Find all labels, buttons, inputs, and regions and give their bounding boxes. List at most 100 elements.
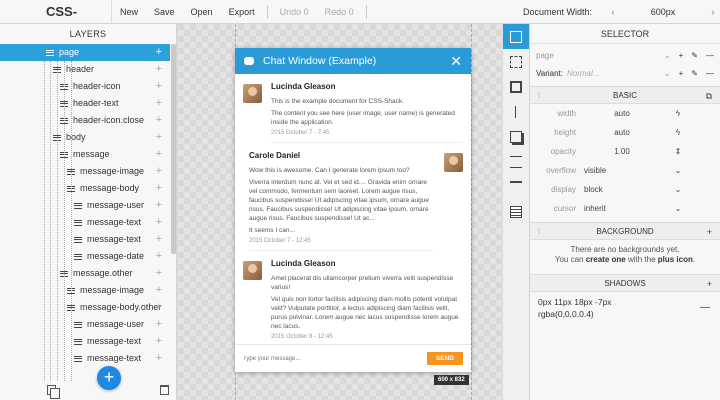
- drag-handle-icon[interactable]: [74, 338, 82, 345]
- layer-item[interactable]: message-user +: [0, 197, 170, 214]
- shadows-section-header[interactable]: SHADOWS +: [530, 274, 720, 292]
- add-child-icon[interactable]: +: [156, 333, 162, 350]
- add-icon[interactable]: +: [707, 275, 712, 293]
- layer-item[interactable]: message-text +: [0, 333, 170, 350]
- add-child-icon[interactable]: +: [156, 197, 162, 214]
- add-child-icon[interactable]: +: [156, 129, 162, 146]
- layer-item[interactable]: message-body +: [0, 180, 170, 197]
- layer-item[interactable]: message-user +: [0, 316, 170, 333]
- layer-item[interactable]: message-text +: [0, 231, 170, 248]
- message-other[interactable]: Carole Daniel Wow this is awesome. Can I…: [235, 143, 471, 251]
- layer-item[interactable]: header-text +: [0, 95, 170, 112]
- duplicate-icon[interactable]: [47, 385, 60, 399]
- export-button[interactable]: Export: [221, 7, 263, 17]
- drag-handle-icon[interactable]: ⁞: [538, 87, 540, 105]
- redo-button[interactable]: Redo 0: [317, 7, 362, 17]
- add-child-icon[interactable]: +: [156, 78, 162, 95]
- layer-item[interactable]: message.other +: [0, 265, 170, 282]
- trash-icon[interactable]: [160, 385, 169, 395]
- drag-handle-icon[interactable]: [74, 355, 82, 362]
- drag-handle-icon[interactable]: ⁞: [538, 223, 540, 241]
- tool-typography[interactable]: [503, 174, 529, 199]
- tool-layout[interactable]: [503, 24, 529, 49]
- prop-value[interactable]: auto: [576, 109, 668, 118]
- add-child-icon[interactable]: +: [156, 214, 162, 231]
- add-child-icon[interactable]: +: [156, 265, 162, 282]
- prop-value[interactable]: auto: [576, 128, 668, 137]
- add-child-icon[interactable]: +: [156, 299, 162, 316]
- remove-icon[interactable]: —: [706, 69, 714, 78]
- document-width-value[interactable]: 600px: [620, 7, 706, 17]
- tool-padding[interactable]: [503, 49, 529, 74]
- layers-scrollbar[interactable]: [171, 44, 176, 254]
- tool-border[interactable]: [503, 74, 529, 99]
- layer-item[interactable]: body +: [0, 129, 170, 146]
- chat-header[interactable]: Chat Window (Example) ✕: [235, 48, 471, 74]
- layer-item[interactable]: message-date +: [0, 248, 170, 265]
- add-child-icon[interactable]: +: [156, 248, 162, 265]
- prop-value[interactable]: visible: [576, 166, 668, 175]
- add-child-icon[interactable]: +: [156, 163, 162, 180]
- lightning-icon[interactable]: ϟ: [668, 109, 688, 118]
- chevron-down-icon[interactable]: ⌄: [668, 204, 688, 213]
- selector-select[interactable]: page: [536, 51, 664, 60]
- drag-handle-icon[interactable]: [46, 49, 54, 56]
- layer-item[interactable]: message-image +: [0, 163, 170, 180]
- open-button[interactable]: Open: [183, 7, 221, 17]
- drag-handle-icon[interactable]: [74, 219, 82, 226]
- message-input[interactable]: [243, 355, 427, 362]
- chevron-left-icon[interactable]: ‹: [606, 7, 620, 17]
- collapse-icon[interactable]: ⧉: [706, 87, 712, 105]
- create-link[interactable]: create one: [586, 255, 626, 264]
- add-child-icon[interactable]: +: [156, 146, 162, 163]
- prop-value[interactable]: block: [576, 185, 668, 194]
- pencil-icon[interactable]: ✎: [691, 69, 698, 78]
- chevron-down-icon[interactable]: ⌄: [668, 185, 688, 194]
- drag-handle-icon[interactable]: [74, 321, 82, 328]
- new-button[interactable]: New: [112, 7, 146, 17]
- chat-body[interactable]: Lucinda Gleason This is the example docu…: [235, 74, 471, 366]
- add-child-icon[interactable]: +: [156, 180, 162, 197]
- basic-section-header[interactable]: ⁞ BASIC ⧉: [530, 86, 720, 104]
- remove-icon[interactable]: —: [700, 302, 710, 314]
- pencil-icon[interactable]: ✎: [691, 51, 698, 60]
- add-icon[interactable]: +: [679, 69, 684, 78]
- add-icon[interactable]: +: [707, 223, 712, 241]
- add-icon[interactable]: +: [679, 51, 684, 60]
- prop-value[interactable]: inherit: [576, 204, 668, 213]
- close-icon[interactable]: ✕: [450, 53, 462, 70]
- send-button[interactable]: SEND: [426, 352, 463, 365]
- layer-item[interactable]: message-image +: [0, 282, 170, 299]
- chevron-down-icon[interactable]: ⌄: [664, 69, 671, 78]
- tool-shadow[interactable]: [503, 124, 529, 149]
- layer-item[interactable]: message-text +: [0, 214, 170, 231]
- message[interactable]: Lucinda Gleason Amet placerat dis ullamc…: [235, 251, 471, 347]
- remove-icon[interactable]: —: [706, 51, 714, 60]
- shadow-item[interactable]: 0px 11px 18px -7px rgba(0,0,0,0.4) —: [530, 292, 720, 324]
- drag-handle-icon[interactable]: [74, 202, 82, 209]
- add-child-icon[interactable]: +: [156, 350, 162, 367]
- chevron-right-icon[interactable]: ›: [706, 7, 720, 17]
- variant-select[interactable]: Normal...: [567, 69, 664, 78]
- add-child-icon[interactable]: +: [156, 282, 162, 299]
- layer-item[interactable]: message-body.other +: [0, 299, 170, 316]
- add-child-icon[interactable]: +: [156, 61, 162, 78]
- add-layer-button[interactable]: +: [97, 366, 121, 390]
- layer-item[interactable]: header-icon +: [0, 78, 170, 95]
- layer-item[interactable]: header +: [0, 61, 170, 78]
- drag-handle-icon[interactable]: [74, 236, 82, 243]
- add-child-icon[interactable]: +: [156, 112, 162, 129]
- prop-value[interactable]: 1.00: [576, 147, 668, 156]
- canvas[interactable]: Chat Window (Example) ✕ Lucinda Gleason …: [178, 24, 503, 400]
- add-child-icon[interactable]: +: [156, 44, 162, 61]
- tool-effects[interactable]: [503, 99, 529, 124]
- layer-item[interactable]: header-icon.close +: [0, 112, 170, 129]
- chevron-down-icon[interactable]: ⌄: [668, 166, 688, 175]
- chat-window[interactable]: Chat Window (Example) ✕ Lucinda Gleason …: [235, 48, 471, 372]
- add-child-icon[interactable]: +: [156, 231, 162, 248]
- background-section-header[interactable]: ⁞ BACKGROUND +: [530, 222, 720, 240]
- undo-button[interactable]: Undo 0: [272, 7, 317, 17]
- lightning-icon[interactable]: ϟ: [668, 128, 688, 137]
- tool-content[interactable]: [503, 199, 529, 224]
- tool-spacing[interactable]: [503, 149, 529, 174]
